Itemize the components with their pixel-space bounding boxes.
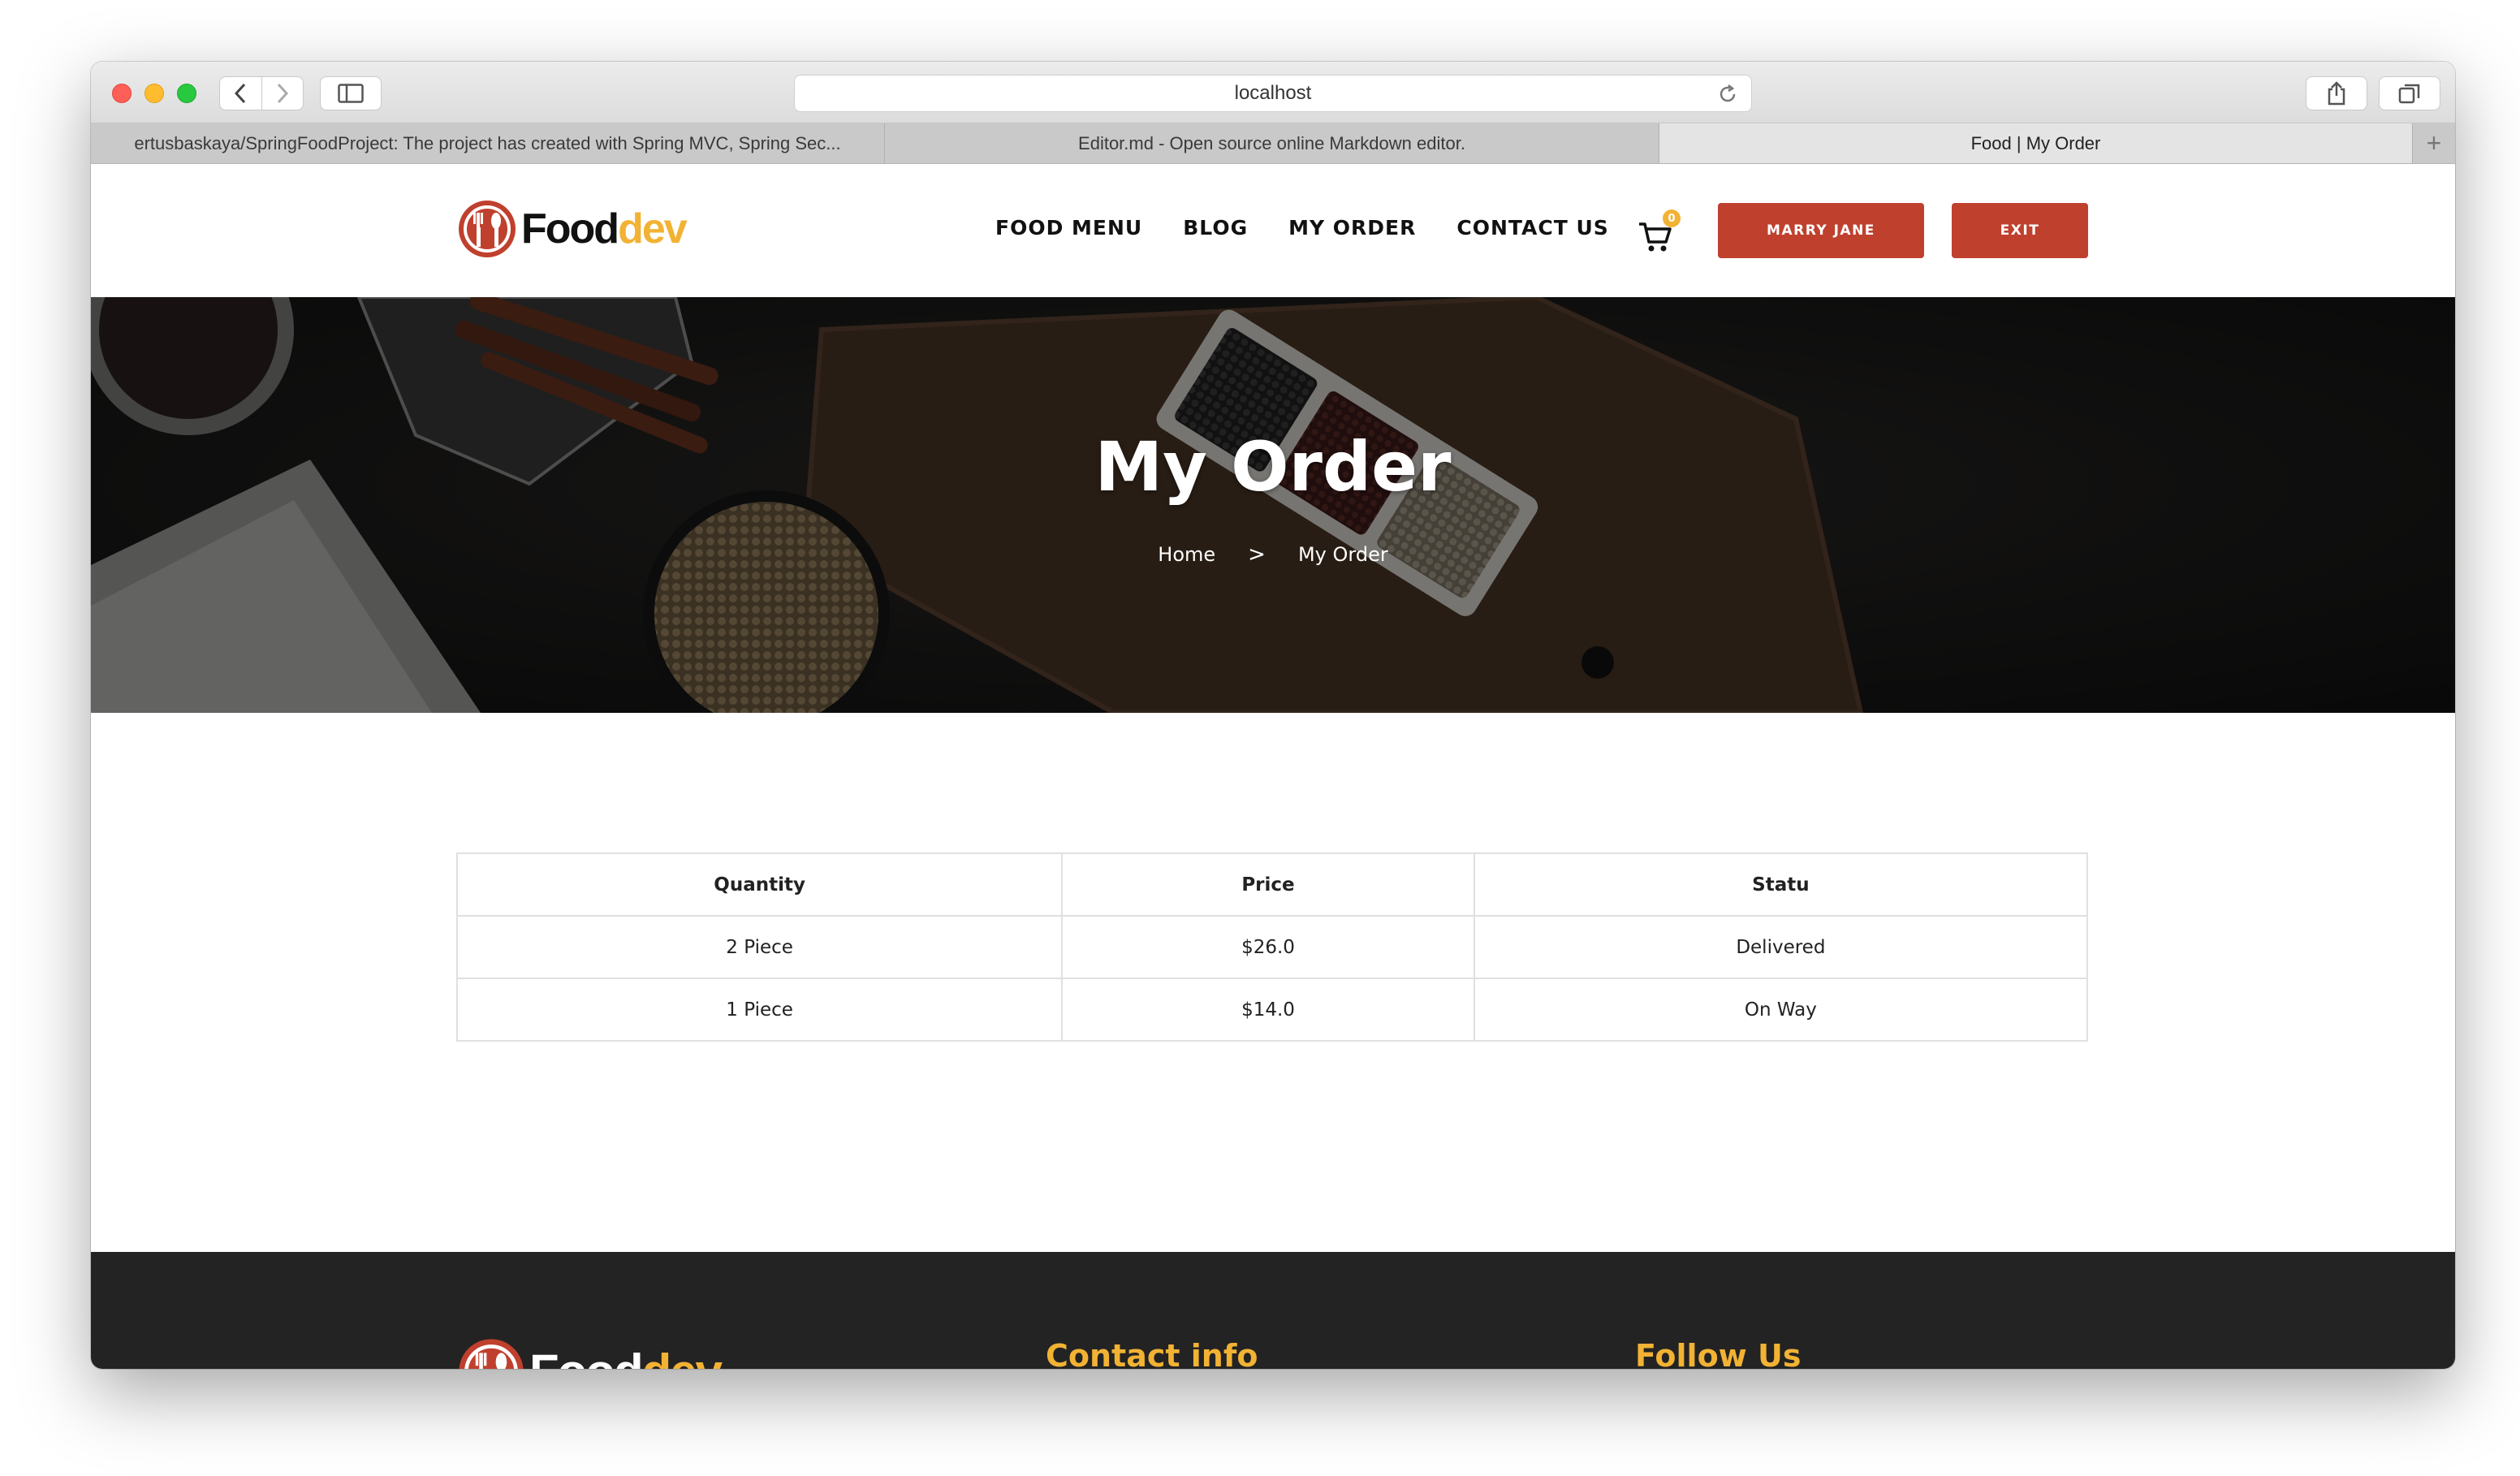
site-header: Fooddev FOOD MENU BLOG MY ORDER CONTACT …	[91, 164, 2455, 297]
tab-overview-icon	[2398, 84, 2420, 104]
user-account-button[interactable]: MARRY JANE	[1718, 203, 1924, 258]
breadcrumb-home[interactable]: Home	[1158, 543, 1215, 566]
exit-button[interactable]: EXIT	[1952, 203, 2088, 258]
minimize-window-button[interactable]	[145, 84, 164, 103]
share-icon	[2328, 81, 2345, 106]
table-row: 2 Piece $26.0 Delivered	[455, 915, 2089, 979]
cell-status: On Way	[1473, 978, 2089, 1042]
browser-tab-active[interactable]: Food | My Order	[1659, 123, 2413, 163]
cart-button[interactable]: 0	[1637, 209, 1681, 252]
back-button[interactable]	[220, 77, 261, 110]
browser-tab-editor[interactable]: Editor.md - Open source online Markdown …	[885, 123, 1659, 163]
cart-count-badge: 0	[1663, 209, 1681, 227]
footer-contact-heading: Contact info	[1046, 1338, 1258, 1369]
browser-titlebar: localhost	[91, 62, 2455, 123]
sidebar-toggle-button[interactable]	[320, 76, 382, 110]
site-logo[interactable]: Fooddev	[456, 198, 688, 260]
cell-quantity: 2 Piece	[455, 915, 1064, 979]
close-window-button[interactable]	[112, 84, 132, 103]
zoom-window-button[interactable]	[177, 84, 196, 103]
chevron-left-icon	[235, 83, 246, 104]
footer-logo-wordmark: Fooddev	[529, 1344, 723, 1370]
tab-overview-button[interactable]	[2379, 76, 2440, 110]
history-nav-group	[219, 76, 304, 110]
header-quantity: Quantity	[455, 852, 1064, 917]
cell-quantity: 1 Piece	[455, 978, 1064, 1042]
chevron-right-icon	[277, 83, 289, 104]
page-title: My Order	[1094, 427, 1452, 507]
nav-contact-us[interactable]: CONTACT US	[1456, 216, 1608, 240]
main-content: Quantity Price Statu 2 Piece $26.0 Deliv…	[91, 713, 2455, 1252]
reload-icon[interactable]	[1717, 84, 1738, 105]
forward-button[interactable]	[261, 77, 303, 110]
table-header-row: Quantity Price Statu	[455, 852, 2089, 917]
nav-blog[interactable]: BLOG	[1183, 216, 1248, 240]
orders-table: Quantity Price Statu 2 Piece $26.0 Deliv…	[455, 852, 2089, 1042]
browser-tab-bar: ertusbaskaya/SpringFoodProject: The proj…	[91, 123, 2455, 164]
header-price: Price	[1061, 852, 1475, 917]
new-tab-button[interactable]: +	[2413, 123, 2455, 163]
sidebar-icon	[338, 84, 364, 103]
address-text: localhost	[1234, 82, 1312, 104]
hero-banner: My Order Home > My Order	[91, 297, 2455, 713]
main-nav: FOOD MENU BLOG MY ORDER CONTACT US	[995, 216, 1609, 240]
header-status: Statu	[1473, 852, 2089, 917]
breadcrumb: Home > My Order	[91, 542, 2455, 567]
food-logo-icon	[459, 201, 516, 257]
nav-my-order[interactable]: MY ORDER	[1288, 216, 1416, 240]
address-bar[interactable]: localhost	[794, 75, 1752, 112]
cell-price: $14.0	[1061, 978, 1475, 1042]
cell-status: Delivered	[1473, 915, 2089, 979]
food-logo-icon	[459, 1339, 524, 1369]
logo-wordmark: Fooddev	[521, 205, 688, 252]
browser-window: localhost ertusbaskaya/SpringFoodProject…	[91, 62, 2455, 1369]
footer-logo[interactable]: Fooddev	[456, 1336, 723, 1370]
site-footer: Fooddev Contact info Follow Us	[91, 1252, 2455, 1369]
cell-price: $26.0	[1061, 915, 1475, 979]
nav-food-menu[interactable]: FOOD MENU	[995, 216, 1142, 240]
breadcrumb-current: My Order	[1297, 543, 1388, 566]
browser-tab-github[interactable]: ertusbaskaya/SpringFoodProject: The proj…	[91, 123, 885, 163]
breadcrumb-separator: >	[1248, 542, 1266, 567]
footer-follow-heading: Follow Us	[1635, 1338, 1802, 1369]
table-row: 1 Piece $14.0 On Way	[455, 978, 2089, 1042]
share-button[interactable]	[2306, 76, 2367, 110]
